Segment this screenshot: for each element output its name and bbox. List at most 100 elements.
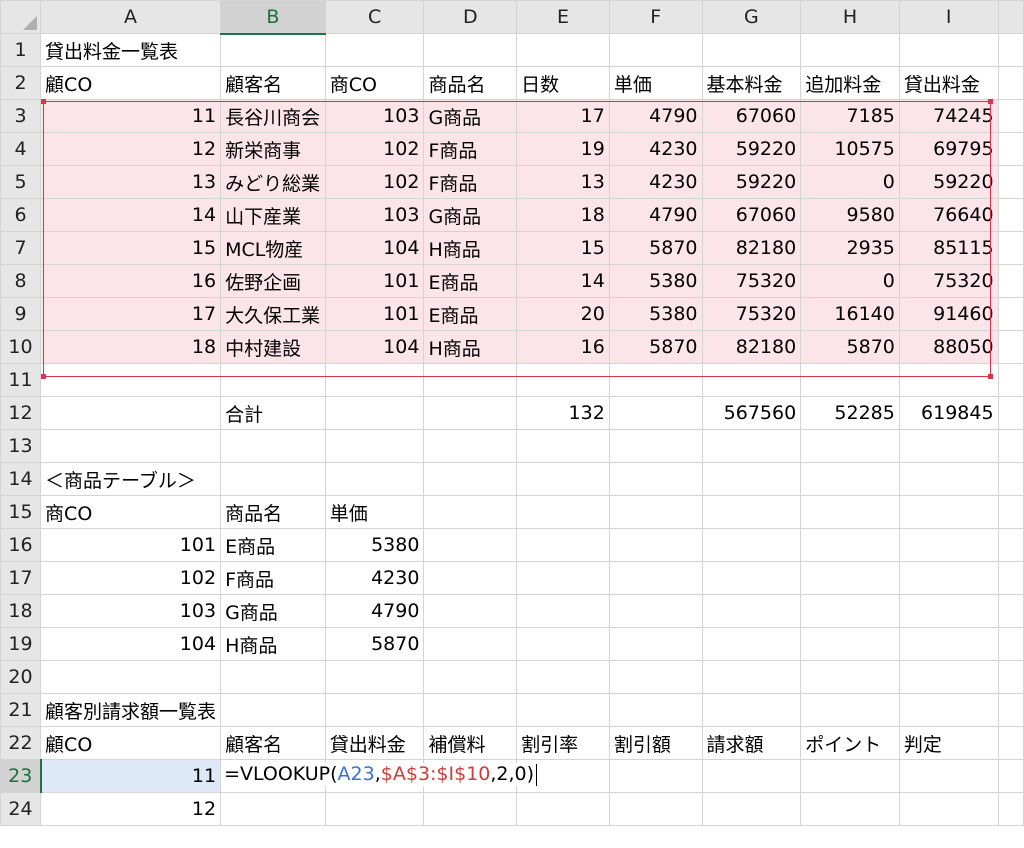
cell-e24[interactable] [516,792,610,826]
cell-e20[interactable] [516,660,610,694]
row-header[interactable]: 21 [0,693,42,727]
cell-e2[interactable]: 日数 [516,66,610,100]
cell-i3[interactable]: 74245 [898,99,999,133]
row-header[interactable]: 3 [0,99,42,133]
cell-i11[interactable] [898,363,999,397]
cell-c19[interactable]: 5870 [324,627,425,661]
cell-e18[interactable] [516,594,610,628]
cell-f2[interactable]: 単価 [608,66,703,100]
cell-h23[interactable] [800,759,900,793]
cell-e10[interactable]: 16 [516,330,610,364]
cell-c18[interactable]: 4790 [324,594,425,628]
cell-h9[interactable]: 16140 [800,297,900,331]
cell-i6[interactable]: 76640 [898,198,999,232]
cell-i7[interactable]: 85115 [898,231,999,265]
cell-a19[interactable]: 104 [40,627,222,661]
cell-f5[interactable]: 4230 [608,165,703,199]
cell-c22[interactable]: 貸出料金 [324,726,425,760]
cell-a16[interactable]: 101 [40,528,222,562]
cell-g2[interactable]: 基本料金 [701,66,802,100]
cell-overflow[interactable] [997,198,1024,232]
cell-a23[interactable]: 11 [40,759,222,793]
cell-e22[interactable]: 割引率 [516,726,610,760]
cell-f17[interactable] [608,561,703,595]
cell-overflow[interactable] [997,132,1024,166]
cell-b14[interactable] [220,462,326,496]
row-header[interactable]: 4 [0,132,42,166]
cell-a9[interactable]: 17 [40,297,222,331]
cell-h14[interactable] [800,462,900,496]
cell-i9[interactable]: 91460 [898,297,999,331]
cell-i22[interactable]: 判定 [898,726,999,760]
column-header-f[interactable]: F [608,0,703,34]
column-header-e[interactable]: E [516,0,610,34]
column-header-h[interactable]: H [800,0,900,34]
cell-g15[interactable] [701,495,802,529]
cell-h8[interactable]: 0 [800,264,900,298]
column-header-a[interactable]: A [40,0,222,34]
cell-g19[interactable] [701,627,802,661]
cell-c12[interactable] [324,396,425,430]
cell-g21[interactable] [701,693,802,727]
cell-f1[interactable] [608,33,703,67]
cell-f7[interactable]: 5870 [608,231,703,265]
cell-e14[interactable] [516,462,610,496]
cell-d2[interactable]: 商品名 [423,66,518,100]
cell-a4[interactable]: 12 [40,132,222,166]
cell-b13[interactable] [220,429,326,463]
cell-f13[interactable] [608,429,703,463]
cell-f20[interactable] [608,660,703,694]
cell-a15[interactable]: 商CO [40,495,222,529]
cell-h19[interactable] [800,627,900,661]
cell-g22[interactable]: 請求額 [701,726,802,760]
cell-e21[interactable] [516,693,610,727]
cell-c5[interactable]: 102 [324,165,425,199]
cell-a14[interactable]: ＜商品テーブル＞ [40,462,222,496]
cell-i24[interactable] [898,792,999,826]
cell-h21[interactable] [800,693,900,727]
cell-e4[interactable]: 19 [516,132,610,166]
cell-b6[interactable]: 山下産業 [220,198,326,232]
cell-f14[interactable] [608,462,703,496]
cell-overflow[interactable] [997,627,1024,661]
cell-g3[interactable]: 67060 [701,99,802,133]
column-header-g[interactable]: G [701,0,802,34]
cell-overflow[interactable] [997,429,1024,463]
cell-h11[interactable] [800,363,900,397]
cell-b16[interactable]: E商品 [220,528,326,562]
cell-overflow[interactable] [997,693,1024,727]
column-header-i[interactable]: I [898,0,999,34]
cell-i4[interactable]: 69795 [898,132,999,166]
cell-f12[interactable] [608,396,703,430]
cell-h7[interactable]: 2935 [800,231,900,265]
cell-f18[interactable] [608,594,703,628]
cell-g14[interactable] [701,462,802,496]
row-header[interactable]: 9 [0,297,42,331]
cell-f19[interactable] [608,627,703,661]
cell-e17[interactable] [516,561,610,595]
cell-e13[interactable] [516,429,610,463]
cell-h20[interactable] [800,660,900,694]
cell-f24[interactable] [608,792,703,826]
cell-overflow[interactable] [997,264,1024,298]
cell-a7[interactable]: 15 [40,231,222,265]
cell-d21[interactable] [423,693,518,727]
cell-e3[interactable]: 17 [516,99,610,133]
cell-i10[interactable]: 88050 [898,330,999,364]
column-header-overflow[interactable] [997,0,1024,34]
cell-overflow[interactable] [997,66,1024,100]
cell-g5[interactable]: 59220 [701,165,802,199]
cell-f4[interactable]: 4230 [608,132,703,166]
cell-f23[interactable] [608,759,703,793]
cell-h2[interactable]: 追加料金 [800,66,900,100]
cell-a18[interactable]: 103 [40,594,222,628]
cell-g18[interactable] [701,594,802,628]
cell-overflow[interactable] [997,165,1024,199]
cell-overflow[interactable] [997,561,1024,595]
cell-a10[interactable]: 18 [40,330,222,364]
cell-overflow[interactable] [997,726,1024,760]
cell-c7[interactable]: 104 [324,231,425,265]
cell-h1[interactable] [800,33,900,67]
row-header[interactable]: 7 [0,231,42,265]
cell-b19[interactable]: H商品 [220,627,326,661]
